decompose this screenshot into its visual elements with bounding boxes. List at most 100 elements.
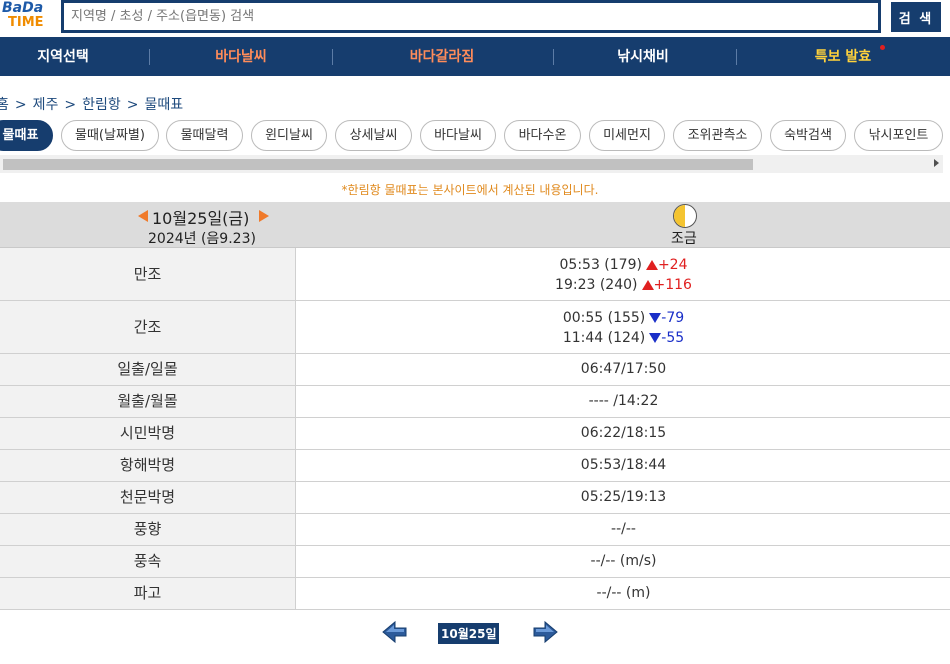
- breadcrumb-jeju[interactable]: 제주: [33, 97, 59, 113]
- tab-windy-weather[interactable]: 윈디날씨: [251, 120, 327, 151]
- low-tide-delta-1: -79: [661, 310, 685, 326]
- low-tide-time-1: 00:55 (155): [562, 310, 646, 326]
- breadcrumb-separator: >: [126, 97, 139, 113]
- row-label: 천문박명: [0, 482, 296, 513]
- high-tide-delta-2: +116: [653, 277, 692, 293]
- tab-tide-by-date[interactable]: 물때(날짜별): [61, 120, 159, 151]
- breadcrumb-hallim[interactable]: 한림항: [82, 97, 121, 113]
- tab-tide-station[interactable]: 조위관측소: [673, 120, 762, 151]
- nav-item-weather-alert[interactable]: 특보 발효: [798, 37, 888, 76]
- logo-line1: BaDa: [2, 0, 44, 16]
- row-label: 간조: [0, 301, 296, 353]
- low-tide-time-2: 11:44 (124): [562, 330, 646, 346]
- row-label: 월출/월몰: [0, 386, 296, 417]
- prev-date-arrow-icon[interactable]: [382, 620, 408, 648]
- moon-phase-icon: [673, 204, 697, 228]
- row-label: 풍속: [0, 546, 296, 577]
- high-tide-time-1: 05:53 (179): [559, 257, 642, 273]
- nav-divider: [149, 49, 150, 65]
- row-value: 06:22/18:15: [580, 425, 667, 441]
- scroll-right-arrow-icon[interactable]: [934, 159, 939, 167]
- alert-dot-icon: [880, 45, 885, 50]
- search-button[interactable]: 검 색: [891, 2, 941, 32]
- row-label: 풍향: [0, 514, 296, 545]
- row-label: 일출/일몰: [0, 354, 296, 385]
- nav-divider: [332, 49, 333, 65]
- moon-phase-label: 조금: [671, 231, 697, 247]
- table-row-high-tide: 만조 05:53 (179) +24 19:23 (240) +116: [0, 248, 950, 301]
- breadcrumb-home[interactable]: 홈: [0, 97, 9, 113]
- tabs-scrollbar[interactable]: [0, 155, 943, 173]
- tab-sea-weather[interactable]: 바다날씨: [420, 120, 496, 151]
- prev-day-arrow-icon[interactable]: [138, 210, 148, 222]
- table-row-astronomical-twilight: 천문박명 05:25/19:13: [0, 482, 950, 514]
- nav-label: 낚시채비: [617, 49, 669, 65]
- row-value: ---- /14:22: [588, 393, 659, 409]
- row-value: 05:53/18:44: [580, 457, 667, 473]
- calculation-notice: *한림항 물때표는 본사이트에서 계산된 내용입니다.: [341, 183, 599, 197]
- bottom-current-date: 10월25일: [438, 623, 500, 644]
- tab-tide-table[interactable]: 물때표: [0, 120, 53, 151]
- down-arrow-icon: [649, 313, 662, 323]
- nav-item-sea-parting[interactable]: 바다갈라짐: [392, 37, 492, 76]
- table-row-nautical-twilight: 항해박명 05:53/18:44: [0, 450, 950, 482]
- site-logo[interactable]: BaDa TIME: [0, 0, 52, 32]
- logo-line2: TIME: [8, 15, 44, 30]
- table-row-wave-height: 파고 --/-- (m): [0, 578, 950, 610]
- tide-table: 만조 05:53 (179) +24 19:23 (240) +116 간조 00:…: [0, 248, 950, 610]
- low-tide-delta-2: -55: [661, 330, 685, 346]
- row-value: 05:53 (179) +24 19:23 (240) +116: [297, 248, 950, 300]
- nav-label: 바다갈라짐: [409, 49, 475, 65]
- row-label: 파고: [0, 578, 296, 609]
- table-row-sunrise-sunset: 일출/일몰 06:47/17:50: [0, 354, 950, 386]
- nav-label: 지역선택: [37, 49, 89, 65]
- next-day-arrow-icon[interactable]: [259, 210, 269, 222]
- tab-strip: 물때표 물때(날짜별) 물때달력 윈디날씨 상세날씨 바다날씨 바다수온 미세먼…: [0, 120, 950, 152]
- breadcrumb-separator: >: [64, 97, 77, 113]
- table-row-moonrise-moonset: 월출/월몰 ---- /14:22: [0, 386, 950, 418]
- up-arrow-icon: [645, 260, 658, 270]
- next-date-arrow-icon[interactable]: [532, 620, 558, 648]
- nav-label: 특보 발효: [814, 49, 872, 65]
- table-row-wind-speed: 풍속 --/-- (m/s): [0, 546, 950, 578]
- row-value: 06:47/17:50: [580, 361, 667, 377]
- tab-fine-dust[interactable]: 미세먼지: [589, 120, 665, 151]
- nav-label: 바다날씨: [215, 49, 267, 65]
- row-value: 00:55 (155) -79 11:44 (124) -55: [297, 301, 950, 353]
- row-label: 시민박명: [0, 418, 296, 449]
- date-header: 10월25일(금) 2024년 (음9.23) 조금: [0, 202, 950, 248]
- row-value: --/-- (m): [596, 585, 651, 601]
- tab-sea-temperature[interactable]: 바다수온: [504, 120, 581, 151]
- high-tide-delta-1: +24: [657, 257, 688, 273]
- nav-divider: [553, 49, 554, 65]
- tab-tide-calendar[interactable]: 물때달력: [166, 120, 243, 151]
- top-bar: BaDa TIME 검 색: [0, 0, 950, 36]
- nav-item-region-select[interactable]: 지역선택: [20, 37, 106, 76]
- breadcrumb: 홈 > 제주 > 한림항 > 물때표: [0, 94, 189, 114]
- row-label: 만조: [0, 248, 296, 300]
- row-value: 05:25/19:13: [580, 489, 667, 505]
- nav-divider: [736, 49, 737, 65]
- nav-item-sea-weather[interactable]: 바다날씨: [198, 37, 284, 76]
- table-row-civil-twilight: 시민박명 06:22/18:15: [0, 418, 950, 450]
- down-arrow-icon: [649, 333, 662, 343]
- tab-fishing-point[interactable]: 낚시포인트: [854, 120, 943, 151]
- tab-lodging-search[interactable]: 숙박검색: [770, 120, 846, 151]
- bottom-date-nav: 10월25일: [0, 616, 950, 648]
- table-row-wind-direction: 풍향 --/--: [0, 514, 950, 546]
- row-value: --/--: [611, 521, 636, 537]
- table-row-low-tide: 간조 00:55 (155) -79 11:44 (124) -55: [0, 301, 950, 354]
- high-tide-time-2: 19:23 (240): [555, 277, 638, 293]
- main-nav: 지역선택 바다날씨 바다갈라짐 낚시채비 특보 발효: [0, 37, 950, 76]
- row-value: --/-- (m/s): [590, 553, 657, 569]
- lunar-date: 2024년 (음9.23): [148, 231, 256, 247]
- breadcrumb-current: 물때표: [144, 97, 184, 113]
- row-label: 항해박명: [0, 450, 296, 481]
- current-date: 10월25일(금): [152, 209, 250, 228]
- search-input[interactable]: [61, 0, 881, 33]
- tab-detail-weather[interactable]: 상세날씨: [335, 120, 412, 151]
- up-arrow-icon: [641, 280, 654, 290]
- scrollbar-thumb[interactable]: [3, 159, 753, 170]
- nav-item-fishing-gear[interactable]: 낚시채비: [600, 37, 686, 76]
- breadcrumb-separator: >: [14, 97, 27, 113]
